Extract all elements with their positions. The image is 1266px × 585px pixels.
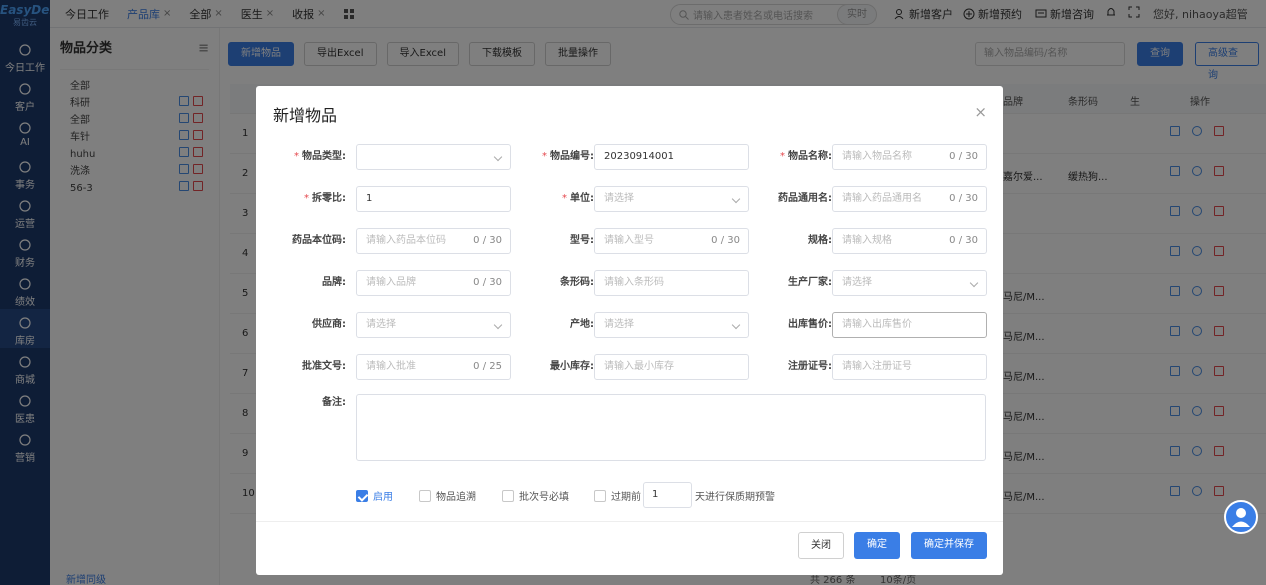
- label-barcode: 条形码:: [560, 277, 594, 288]
- maker-select[interactable]: 请选择: [832, 270, 987, 296]
- label-item-name: * 物品名称:: [780, 151, 832, 162]
- item-type-select[interactable]: [356, 144, 511, 170]
- label: 物品追溯: [436, 492, 476, 503]
- model-input[interactable]: 请输入型号 0 / 30: [594, 228, 749, 254]
- label: 过期前: [611, 492, 641, 503]
- label-min-stock: 最小库存:: [550, 361, 594, 372]
- brand-input[interactable]: 请输入品牌 0 / 30: [356, 270, 511, 296]
- checkbox-icon: [594, 489, 606, 502]
- label-item-type: * 物品类型:: [294, 151, 346, 162]
- chevron-down-icon: [969, 278, 979, 288]
- approval-input[interactable]: 请输入批准 0 / 25: [356, 354, 511, 380]
- label-origin: 产地:: [570, 319, 594, 330]
- barcode-input[interactable]: 请输入条形码: [594, 270, 749, 296]
- expire-tail-text: 天进行保质期预警: [695, 488, 775, 503]
- label-reg-no: 注册证号:: [788, 361, 832, 372]
- label: 天进行保质期预警: [695, 492, 775, 503]
- label-generic-name: 药品通用名:: [778, 193, 832, 204]
- min-stock-input[interactable]: 请输入最小库存: [594, 354, 749, 380]
- item-name-input[interactable]: 请输入物品名称 0 / 30: [832, 144, 987, 170]
- label: 批次号必填: [519, 492, 569, 503]
- confirm-button[interactable]: 确定: [854, 532, 900, 559]
- unit-select[interactable]: 请选择: [594, 186, 749, 212]
- chevron-down-icon: [493, 152, 503, 162]
- item-code-input[interactable]: 20230914001: [594, 144, 749, 170]
- label-memo: 备注:: [322, 397, 346, 408]
- ratio-input[interactable]: 1: [356, 186, 511, 212]
- memo-textarea[interactable]: [356, 394, 986, 461]
- label-unit: * 单位:: [562, 193, 594, 204]
- label-brand: 品牌:: [322, 277, 346, 288]
- supplier-select[interactable]: 请选择: [356, 312, 511, 338]
- checkbox-icon: [502, 489, 514, 502]
- label-ratio: * 拆零比:: [304, 193, 346, 204]
- label-local-code: 药品本位码:: [292, 235, 346, 246]
- label-maker: 生产厂家:: [788, 277, 832, 288]
- close-button[interactable]: 关闭: [798, 532, 844, 559]
- label-supplier: 供应商:: [312, 319, 346, 330]
- label-item-code: * 物品编号:: [542, 151, 594, 162]
- checkbox-checked-icon: [356, 489, 368, 502]
- batch-required-checkbox[interactable]: 批次号必填: [502, 488, 569, 503]
- dialog-title: 新增物品: [273, 106, 338, 125]
- enable-checkbox[interactable]: 启用: [356, 488, 393, 503]
- reg-no-input[interactable]: 请输入注册证号: [832, 354, 987, 380]
- label-spec: 规格:: [808, 235, 832, 246]
- avatar[interactable]: [1224, 500, 1258, 534]
- close-icon[interactable]: ×: [974, 103, 987, 121]
- checkbox-icon: [419, 489, 431, 502]
- chevron-down-icon: [731, 194, 741, 204]
- expire-warning-checkbox[interactable]: 过期前: [594, 488, 641, 503]
- label: 启用: [373, 492, 393, 503]
- label-price: 出库售价:: [788, 319, 832, 330]
- origin-select[interactable]: 请选择: [594, 312, 749, 338]
- label-model: 型号:: [570, 235, 594, 246]
- generic-name-input[interactable]: 请输入药品通用名 0 / 30: [832, 186, 987, 212]
- confirm-save-button[interactable]: 确定并保存: [911, 532, 987, 559]
- expire-days-input[interactable]: 1: [643, 482, 692, 508]
- chevron-down-icon: [731, 320, 741, 330]
- label-approval: 批准文号:: [302, 361, 346, 372]
- divider: [256, 521, 1003, 522]
- trace-checkbox[interactable]: 物品追溯: [419, 488, 476, 503]
- spec-input[interactable]: 请输入规格 0 / 30: [832, 228, 987, 254]
- local-code-input[interactable]: 请输入药品本位码 0 / 30: [356, 228, 511, 254]
- chevron-down-icon: [493, 320, 503, 330]
- add-item-dialog: 新增物品 × * 物品类型: * 物品编号: 20230914001 * 物品名称: …: [256, 86, 1003, 575]
- price-input[interactable]: 请输入出库售价: [832, 312, 987, 338]
